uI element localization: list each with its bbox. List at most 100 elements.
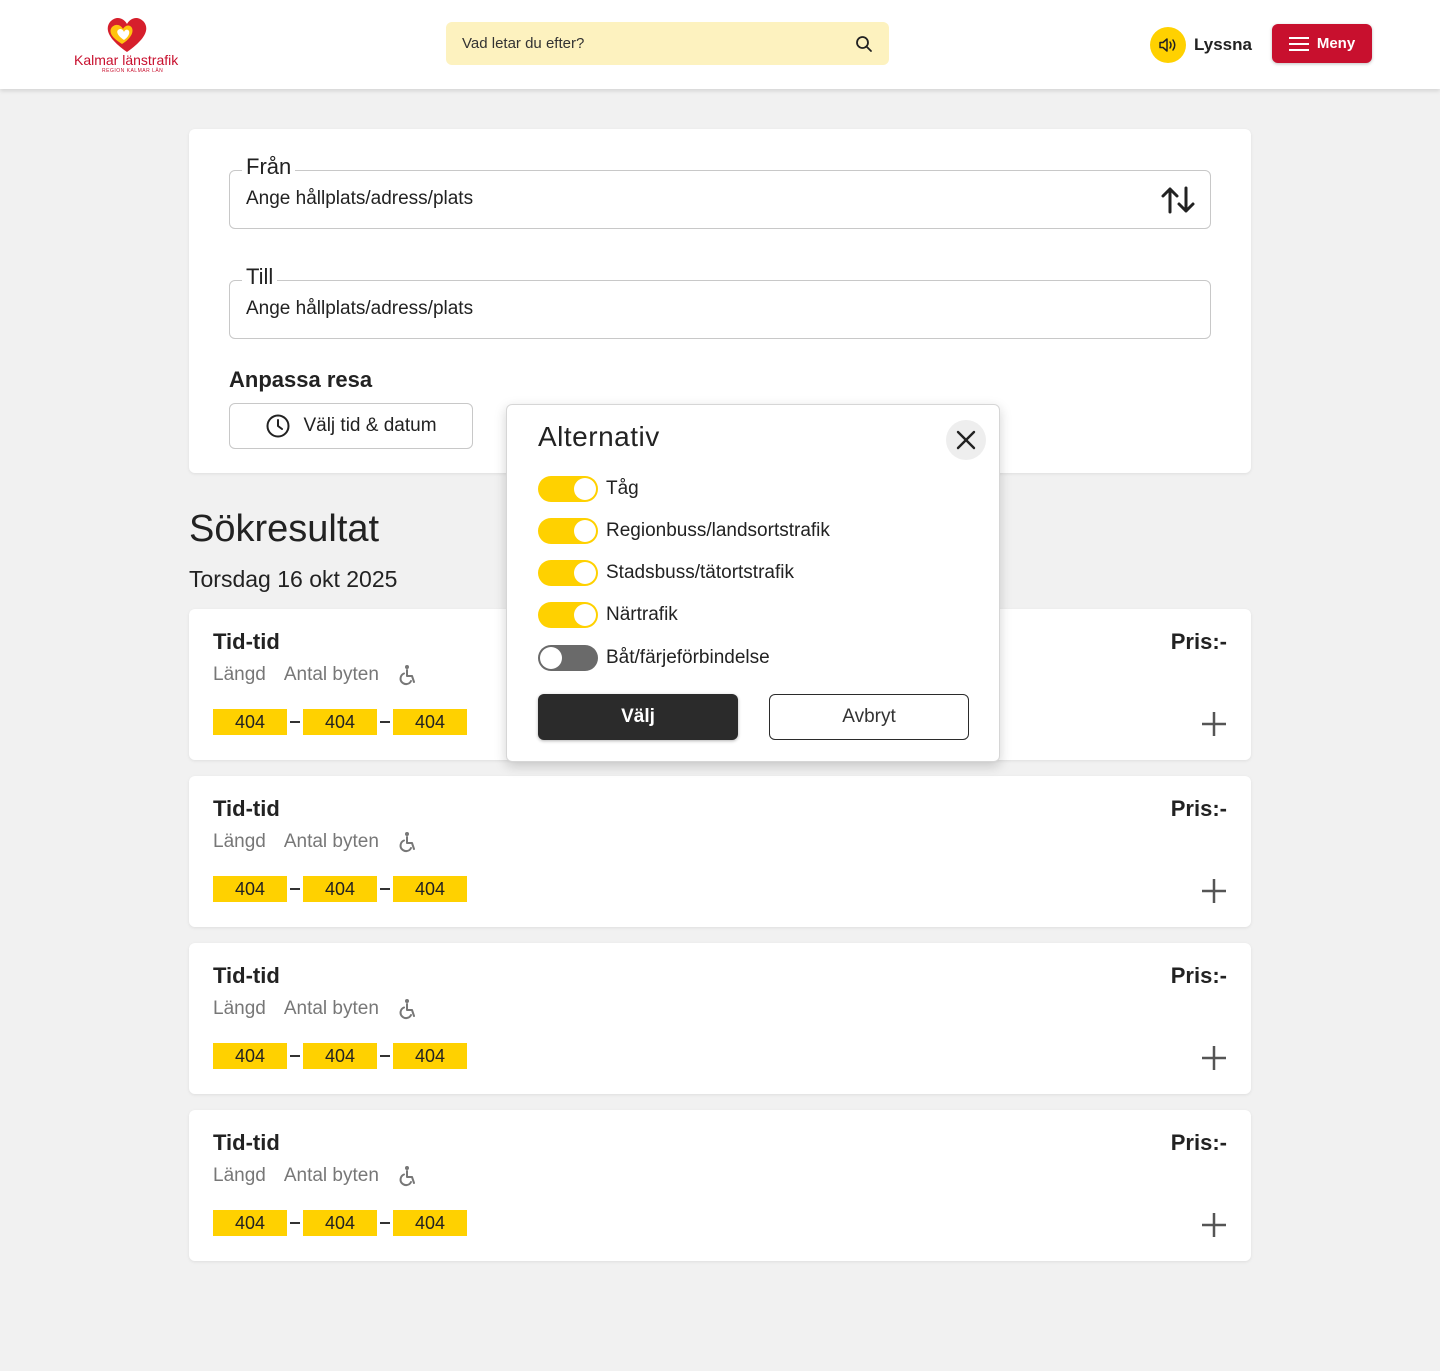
line-badge: 404 bbox=[303, 876, 377, 902]
line-badge: 404 bbox=[393, 1043, 467, 1069]
result-price: Pris:- bbox=[1170, 796, 1227, 821]
result-price: Pris:- bbox=[1170, 963, 1227, 988]
result-card[interactable]: Tid-tid Pris:- Längd Antal byten 404 404 4… bbox=[189, 776, 1251, 927]
expand-plus-icon[interactable] bbox=[1201, 878, 1227, 904]
result-changes: Antal byten bbox=[283, 831, 379, 852]
result-card[interactable]: Tid-tid Pris:- Längd Antal byten 404 404 4… bbox=[189, 943, 1251, 1094]
result-changes: Antal byten bbox=[283, 664, 379, 685]
from-field: Från bbox=[229, 154, 1211, 229]
line-badge: 404 bbox=[303, 1043, 377, 1069]
result-lines: 404 404 404 bbox=[213, 709, 467, 735]
result-lines: 404 404 404 bbox=[213, 1210, 467, 1236]
line-connector bbox=[377, 1043, 393, 1069]
logo-text: Kalmar länstrafik bbox=[74, 52, 179, 68]
expand-plus-icon[interactable] bbox=[1201, 1045, 1227, 1071]
menu-button[interactable]: Meny bbox=[1272, 24, 1372, 63]
line-connector bbox=[377, 709, 393, 735]
cancel-button[interactable]: Avbryt bbox=[769, 694, 969, 740]
result-meta: Längd Antal byten bbox=[213, 998, 419, 1020]
option-local-traffic: Närtrafik bbox=[538, 601, 678, 629]
to-field: Till bbox=[229, 264, 1211, 339]
result-changes: Antal byten bbox=[283, 998, 379, 1019]
option-city-bus: Stadsbuss/tätortstrafik bbox=[538, 559, 794, 587]
option-label: Stadsbuss/tätortstrafik bbox=[606, 562, 794, 583]
line-badge: 404 bbox=[303, 709, 377, 735]
wheelchair-icon bbox=[399, 999, 415, 1020]
to-input[interactable] bbox=[230, 281, 1130, 337]
option-label: Regionbuss/landsortstrafik bbox=[606, 520, 830, 541]
expand-plus-icon[interactable] bbox=[1201, 711, 1227, 737]
close-icon bbox=[956, 430, 976, 450]
swap-direction-icon[interactable] bbox=[1160, 185, 1196, 215]
result-length: Längd bbox=[213, 831, 266, 852]
alternatives-dialog: Alternativ Tåg Regionbuss/landsortstrafi… bbox=[506, 404, 1000, 762]
toggle-local-traffic[interactable] bbox=[538, 602, 598, 628]
line-badge: 404 bbox=[213, 709, 287, 735]
wheelchair-icon bbox=[399, 665, 415, 686]
line-connector bbox=[287, 1210, 303, 1236]
result-length: Längd bbox=[213, 1165, 266, 1186]
adapt-trip-heading: Anpassa resa bbox=[229, 367, 373, 392]
listen-icon-wrap bbox=[1150, 27, 1186, 63]
menu-label: Meny bbox=[1316, 35, 1356, 52]
result-length: Längd bbox=[213, 998, 266, 1019]
site-header: Kalmar länstrafik REGION KALMAR LÄN Lyss… bbox=[0, 0, 1440, 89]
result-card[interactable]: Tid-tid Pris:- Längd Antal byten 404 404 4… bbox=[189, 1110, 1251, 1261]
choose-button[interactable]: Välj bbox=[538, 694, 738, 740]
line-badge: 404 bbox=[213, 1210, 287, 1236]
line-badge: 404 bbox=[393, 1210, 467, 1236]
clock-icon bbox=[266, 414, 290, 438]
logo-subtext: REGION KALMAR LÄN bbox=[102, 68, 164, 74]
line-badge: 404 bbox=[303, 1210, 377, 1236]
listen-button[interactable]: Lyssna bbox=[1150, 27, 1252, 63]
line-badge: 404 bbox=[213, 1043, 287, 1069]
result-meta: Längd Antal byten bbox=[213, 664, 419, 686]
wheelchair-icon bbox=[399, 832, 415, 853]
close-dialog-button[interactable] bbox=[946, 420, 986, 460]
line-badge: 404 bbox=[393, 876, 467, 902]
line-connector bbox=[377, 1210, 393, 1236]
toggle-city-bus[interactable] bbox=[538, 560, 598, 586]
choose-time-date-button[interactable]: Välj tid & datum bbox=[229, 403, 473, 449]
option-boat-ferry: Båt/färjeförbindelse bbox=[538, 644, 770, 672]
heart-logo-icon bbox=[107, 17, 147, 52]
result-length: Längd bbox=[213, 664, 266, 685]
toggle-boat-ferry[interactable] bbox=[538, 645, 598, 671]
results-heading: Sökresultat bbox=[189, 508, 380, 550]
option-label: Närtrafik bbox=[606, 604, 678, 625]
result-changes: Antal byten bbox=[283, 1165, 379, 1186]
line-connector bbox=[377, 876, 393, 902]
result-time: Tid-tid bbox=[213, 796, 280, 821]
dialog-title: Alternativ bbox=[538, 421, 660, 452]
result-meta: Längd Antal byten bbox=[213, 831, 419, 853]
result-price: Pris:- bbox=[1170, 1130, 1227, 1155]
site-search bbox=[446, 22, 889, 65]
toggle-train[interactable] bbox=[538, 476, 598, 502]
line-badge: 404 bbox=[213, 876, 287, 902]
option-label: Båt/färjeförbindelse bbox=[606, 647, 770, 668]
result-time: Tid-tid bbox=[213, 629, 280, 654]
option-regional-bus: Regionbuss/landsortstrafik bbox=[538, 517, 830, 545]
line-connector bbox=[287, 1043, 303, 1069]
result-meta: Längd Antal byten bbox=[213, 1165, 419, 1187]
result-lines: 404 404 404 bbox=[213, 1043, 467, 1069]
option-label: Tåg bbox=[606, 478, 639, 499]
expand-plus-icon[interactable] bbox=[1201, 1212, 1227, 1238]
line-connector bbox=[287, 876, 303, 902]
wheelchair-icon bbox=[399, 1166, 415, 1187]
result-price: Pris:- bbox=[1170, 629, 1227, 654]
hamburger-icon bbox=[1288, 36, 1309, 51]
search-input[interactable] bbox=[446, 22, 836, 65]
result-lines: 404 404 404 bbox=[213, 876, 467, 902]
from-input[interactable] bbox=[230, 171, 1130, 227]
option-train: Tåg bbox=[538, 475, 639, 503]
listen-label: Lyssna bbox=[1194, 35, 1252, 54]
search-icon[interactable] bbox=[855, 35, 873, 53]
result-time: Tid-tid bbox=[213, 963, 280, 988]
kalmar-lanstrafik-logo[interactable]: Kalmar länstrafik REGION KALMAR LÄN bbox=[74, 14, 184, 76]
line-badge: 404 bbox=[393, 709, 467, 735]
toggle-regional-bus[interactable] bbox=[538, 518, 598, 544]
choose-time-date-label: Välj tid & datum bbox=[303, 415, 437, 436]
result-time: Tid-tid bbox=[213, 1130, 280, 1155]
line-connector bbox=[287, 709, 303, 735]
